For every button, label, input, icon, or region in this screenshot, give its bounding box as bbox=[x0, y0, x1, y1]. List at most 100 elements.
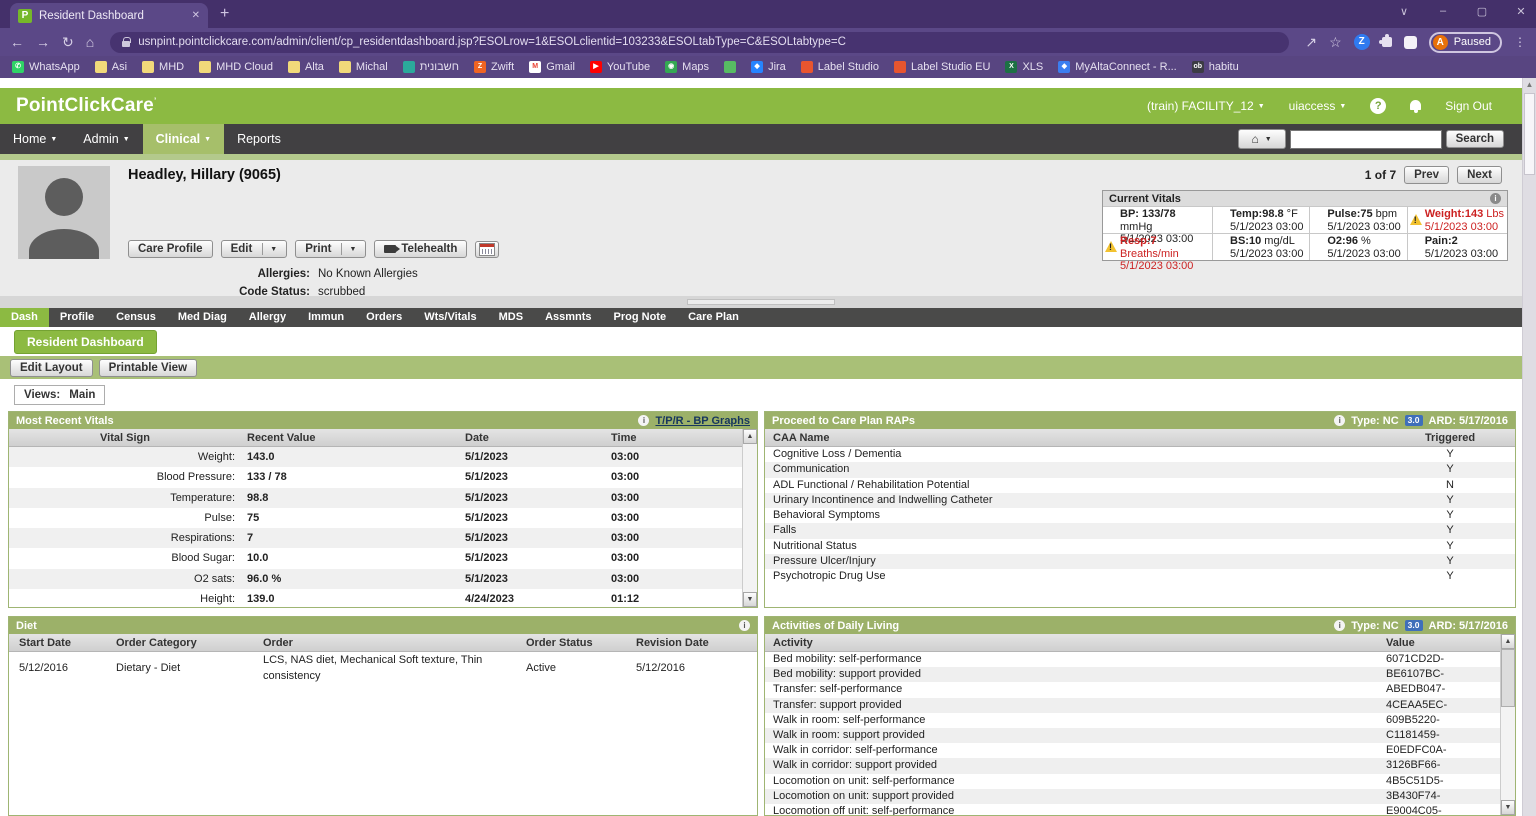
scroll-down-icon[interactable]: ▼ bbox=[1501, 800, 1515, 815]
print-dropdown-icon[interactable]: ▼ bbox=[341, 243, 356, 255]
tab-search-icon[interactable]: ∨ bbox=[1397, 5, 1411, 18]
back-icon[interactable]: ← bbox=[10, 35, 24, 49]
nav-item-reports[interactable]: Reports bbox=[224, 124, 294, 154]
next-resident-button[interactable]: Next bbox=[1457, 166, 1502, 184]
bookmark-item[interactable]: MHD Cloud bbox=[199, 61, 273, 73]
extension-square-icon[interactable] bbox=[1404, 36, 1417, 49]
scrollbar-thumb[interactable] bbox=[1501, 649, 1515, 707]
prev-resident-button[interactable]: Prev bbox=[1404, 166, 1449, 184]
tab-census[interactable]: Census bbox=[105, 308, 167, 327]
app-header: PointClickCare’ (train) FACILITY_12▼ uia… bbox=[0, 88, 1522, 124]
bookmark-item[interactable]: XXLS bbox=[1005, 61, 1043, 73]
address-bar[interactable]: usnpint.pointclickcare.com/admin/client/… bbox=[110, 32, 1289, 53]
scroll-up-icon[interactable]: ▲ bbox=[1523, 78, 1536, 91]
nav-item-clinical[interactable]: Clinical▼ bbox=[143, 124, 224, 154]
bookmark-item[interactable]: obhabitu bbox=[1192, 61, 1239, 73]
bookmark-item[interactable]: ◆Jira bbox=[751, 61, 786, 73]
bookmark-item[interactable]: ▶YouTube bbox=[590, 61, 650, 73]
bookmark-item[interactable]: ZZwift bbox=[474, 61, 514, 73]
search-button[interactable]: Search bbox=[1446, 130, 1504, 148]
splitter-grip-icon[interactable] bbox=[687, 299, 835, 305]
page-scrollbar[interactable]: ▲ bbox=[1522, 78, 1536, 816]
reload-icon[interactable]: ↻ bbox=[62, 35, 74, 49]
bookmark-item[interactable]: Alta bbox=[288, 61, 324, 73]
global-search-input[interactable] bbox=[1290, 130, 1442, 149]
calendar-button[interactable] bbox=[475, 241, 499, 258]
new-tab-button[interactable]: + bbox=[220, 5, 229, 23]
tpr-bp-graphs-link[interactable]: T/P/R - BP Graphs bbox=[655, 415, 750, 427]
scroll-up-icon[interactable]: ▲ bbox=[743, 429, 757, 444]
tab-care-plan[interactable]: Care Plan bbox=[677, 308, 750, 327]
maximize-icon[interactable]: ▢ bbox=[1475, 5, 1489, 18]
nav-item-admin[interactable]: Admin▼ bbox=[70, 124, 142, 154]
print-button[interactable]: Print▼ bbox=[295, 240, 366, 258]
folder-icon bbox=[142, 61, 154, 73]
info-icon[interactable]: i bbox=[739, 620, 750, 631]
edit-layout-button[interactable]: Edit Layout bbox=[10, 359, 93, 377]
adl-scrollbar[interactable]: ▲ ▼ bbox=[1500, 634, 1515, 815]
tab-immun[interactable]: Immun bbox=[297, 308, 355, 327]
notifications-bell-icon[interactable] bbox=[1410, 100, 1421, 110]
scroll-up-icon[interactable]: ▲ bbox=[1501, 634, 1515, 649]
bookmark-label: MHD bbox=[159, 61, 184, 73]
tab-wts-vitals[interactable]: Wts/Vitals bbox=[413, 308, 487, 327]
info-icon[interactable]: i bbox=[638, 415, 649, 426]
tab-orders[interactable]: Orders bbox=[355, 308, 413, 327]
table-row: Respirations:75/1/202303:00 bbox=[9, 528, 742, 548]
scroll-down-icon[interactable]: ▼ bbox=[743, 592, 757, 607]
forward-icon[interactable]: → bbox=[36, 35, 50, 49]
help-icon[interactable]: ? bbox=[1370, 98, 1386, 114]
info-icon[interactable]: i bbox=[1334, 620, 1345, 631]
bookmark-item[interactable]: חשבונית bbox=[403, 61, 459, 73]
tab-mds[interactable]: MDS bbox=[488, 308, 534, 327]
quick-nav-dropdown[interactable]: ⌂▼ bbox=[1238, 129, 1286, 149]
edit-dropdown-icon[interactable]: ▼ bbox=[262, 243, 277, 255]
bookmark-item[interactable]: ✆WhatsApp bbox=[12, 61, 80, 73]
bookmark-item[interactable]: Michal bbox=[339, 61, 388, 73]
user-menu[interactable]: uiaccess▼ bbox=[1289, 99, 1347, 113]
table-row: FallsY bbox=[765, 523, 1515, 538]
views-selector[interactable]: Views:Main bbox=[14, 385, 105, 405]
bookmark-item[interactable]: Label Studio bbox=[801, 61, 879, 73]
close-window-icon[interactable]: ✕ bbox=[1514, 5, 1528, 18]
tab-allergy[interactable]: Allergy bbox=[238, 308, 297, 327]
edit-button[interactable]: Edit▼ bbox=[221, 240, 288, 258]
tab-dash[interactable]: Dash bbox=[0, 308, 49, 327]
browser-profile-button[interactable]: A Paused bbox=[1429, 32, 1502, 53]
bookmark-item[interactable]: MHD bbox=[142, 61, 184, 73]
section-splitter[interactable] bbox=[0, 296, 1522, 308]
tab-assmnts[interactable]: Assmnts bbox=[534, 308, 602, 327]
info-icon[interactable]: i bbox=[1334, 415, 1345, 426]
tab-profile[interactable]: Profile bbox=[49, 308, 105, 327]
bookmark-label: Zwift bbox=[491, 61, 514, 73]
minimize-icon[interactable]: – bbox=[1436, 5, 1450, 18]
bookmark-item[interactable]: Label Studio EU bbox=[894, 61, 991, 73]
telehealth-button[interactable]: Telehealth bbox=[374, 240, 467, 258]
browser-menu-icon[interactable]: ⋮ bbox=[1514, 35, 1526, 49]
nav-item-home[interactable]: Home▼ bbox=[0, 124, 70, 154]
tab-med-diag[interactable]: Med Diag bbox=[167, 308, 238, 327]
share-icon[interactable]: ↗ bbox=[1305, 35, 1317, 49]
sign-out-link[interactable]: Sign Out bbox=[1445, 99, 1492, 113]
tab-close-icon[interactable]: ✕ bbox=[192, 10, 200, 21]
info-icon[interactable]: i bbox=[1490, 193, 1501, 204]
home-icon[interactable]: ⌂ bbox=[86, 35, 94, 49]
care-profile-button[interactable]: Care Profile bbox=[128, 240, 213, 258]
bookmark-item[interactable] bbox=[724, 61, 736, 73]
panel-title: Activities of Daily Living bbox=[772, 620, 899, 632]
tab-resident-dashboard[interactable]: Resident Dashboard bbox=[14, 330, 157, 354]
label-studio-icon bbox=[801, 61, 813, 73]
vitals-scrollbar[interactable]: ▲ ▼ bbox=[742, 429, 757, 607]
bookmark-item[interactable]: ◉Maps bbox=[665, 61, 709, 73]
printable-view-button[interactable]: Printable View bbox=[99, 359, 197, 377]
tab-prog-note[interactable]: Prog Note bbox=[603, 308, 678, 327]
facility-selector[interactable]: (train) FACILITY_12▼ bbox=[1147, 99, 1265, 113]
extensions-puzzle-icon[interactable] bbox=[1382, 37, 1392, 47]
extension-z-icon[interactable]: Z bbox=[1354, 34, 1370, 50]
scrollbar-thumb[interactable] bbox=[1524, 93, 1535, 175]
bookmark-item[interactable]: MGmail bbox=[529, 61, 575, 73]
bookmark-star-icon[interactable]: ☆ bbox=[1329, 35, 1342, 49]
bookmark-item[interactable]: ◆MyAltaConnect - R... bbox=[1058, 61, 1176, 73]
browser-tab[interactable]: P Resident Dashboard ✕ bbox=[10, 3, 208, 28]
bookmark-item[interactable]: Asi bbox=[95, 61, 127, 73]
